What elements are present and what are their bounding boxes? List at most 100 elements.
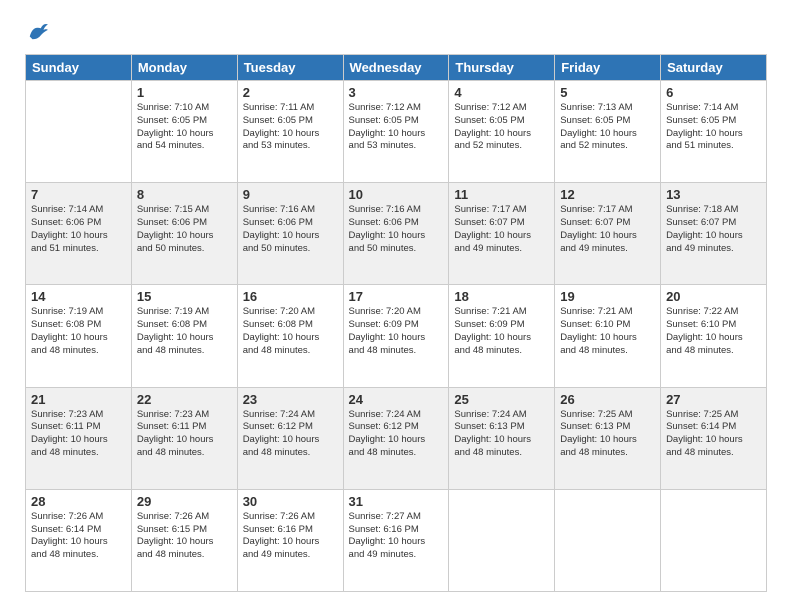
calendar-cell: 11Sunrise: 7:17 AMSunset: 6:07 PMDayligh…	[449, 183, 555, 285]
logo-bird-icon	[27, 20, 49, 42]
day-number: 2	[243, 85, 338, 100]
calendar-cell: 28 Sunrise: 7:26 AMSunset: 6:14 PMDayligh…	[26, 489, 132, 591]
calendar-cell: 5 Sunrise: 7:13 AMSunset: 6:05 PMDaylight…	[555, 81, 661, 183]
day-number: 21	[31, 392, 126, 407]
weekday-header-friday: Friday	[555, 55, 661, 81]
day-number: 13	[666, 187, 761, 202]
calendar-cell: 6 Sunrise: 7:14 AMSunset: 6:05 PMDaylight…	[661, 81, 767, 183]
calendar-cell: 26Sunrise: 7:25 AMSunset: 6:13 PMDayligh…	[555, 387, 661, 489]
day-info: Sunrise: 7:11 AMSunset: 6:05 PMDaylight:…	[243, 102, 338, 153]
logo	[25, 20, 49, 42]
day-info: Sunrise: 7:26 AMSunset: 6:16 PMDaylight:…	[243, 511, 338, 562]
day-info: Sunrise: 7:22 AMSunset: 6:10 PMDaylight:…	[666, 306, 761, 357]
calendar-cell: 9Sunrise: 7:16 AMSunset: 6:06 PMDaylight…	[237, 183, 343, 285]
page: SundayMondayTuesdayWednesdayThursdayFrid…	[0, 0, 792, 612]
calendar-week-row: 7 Sunrise: 7:14 AMSunset: 6:06 PMDaylight…	[26, 183, 767, 285]
day-info: Sunrise: 7:24 AMSunset: 6:12 PMDaylight:…	[243, 409, 338, 460]
day-info: Sunrise: 7:21 AMSunset: 6:10 PMDaylight:…	[560, 306, 655, 357]
day-number: 28	[31, 494, 126, 509]
calendar-cell: 27 Sunrise: 7:25 AMSunset: 6:14 PMDayligh…	[661, 387, 767, 489]
day-number: 16	[243, 289, 338, 304]
day-number: 1	[137, 85, 232, 100]
weekday-header-thursday: Thursday	[449, 55, 555, 81]
weekday-header-row: SundayMondayTuesdayWednesdayThursdayFrid…	[26, 55, 767, 81]
day-number: 5	[560, 85, 655, 100]
day-info: Sunrise: 7:20 AMSunset: 6:08 PMDaylight:…	[243, 306, 338, 357]
day-info: Sunrise: 7:13 AMSunset: 6:05 PMDaylight:…	[560, 102, 655, 153]
calendar-cell: 2 Sunrise: 7:11 AMSunset: 6:05 PMDaylight…	[237, 81, 343, 183]
day-number: 6	[666, 85, 761, 100]
calendar-cell: 1 Sunrise: 7:10 AMSunset: 6:05 PMDaylight…	[131, 81, 237, 183]
day-info: Sunrise: 7:12 AMSunset: 6:05 PMDaylight:…	[454, 102, 549, 153]
day-number: 17	[349, 289, 444, 304]
calendar-cell	[661, 489, 767, 591]
day-info: Sunrise: 7:12 AMSunset: 6:05 PMDaylight:…	[349, 102, 444, 153]
calendar-cell: 18 Sunrise: 7:21 AMSunset: 6:09 PMDayligh…	[449, 285, 555, 387]
day-number: 30	[243, 494, 338, 509]
day-number: 19	[560, 289, 655, 304]
weekday-header-saturday: Saturday	[661, 55, 767, 81]
day-info: Sunrise: 7:18 AMSunset: 6:07 PMDaylight:…	[666, 204, 761, 255]
weekday-header-sunday: Sunday	[26, 55, 132, 81]
day-number: 11	[454, 187, 549, 202]
calendar-cell: 31Sunrise: 7:27 AMSunset: 6:16 PMDayligh…	[343, 489, 449, 591]
day-info: Sunrise: 7:15 AMSunset: 6:06 PMDaylight:…	[137, 204, 232, 255]
day-number: 10	[349, 187, 444, 202]
calendar-cell: 30 Sunrise: 7:26 AMSunset: 6:16 PMDayligh…	[237, 489, 343, 591]
day-number: 7	[31, 187, 126, 202]
calendar-week-row: 14 Sunrise: 7:19 AMSunset: 6:08 PMDayligh…	[26, 285, 767, 387]
calendar-cell: 24Sunrise: 7:24 AMSunset: 6:12 PMDayligh…	[343, 387, 449, 489]
calendar-cell: 7 Sunrise: 7:14 AMSunset: 6:06 PMDaylight…	[26, 183, 132, 285]
day-info: Sunrise: 7:19 AMSunset: 6:08 PMDaylight:…	[31, 306, 126, 357]
day-info: Sunrise: 7:25 AMSunset: 6:14 PMDaylight:…	[666, 409, 761, 460]
weekday-header-wednesday: Wednesday	[343, 55, 449, 81]
weekday-header-monday: Monday	[131, 55, 237, 81]
day-info: Sunrise: 7:24 AMSunset: 6:13 PMDaylight:…	[454, 409, 549, 460]
day-number: 22	[137, 392, 232, 407]
day-info: Sunrise: 7:27 AMSunset: 6:16 PMDaylight:…	[349, 511, 444, 562]
day-number: 8	[137, 187, 232, 202]
day-info: Sunrise: 7:25 AMSunset: 6:13 PMDaylight:…	[560, 409, 655, 460]
day-info: Sunrise: 7:23 AMSunset: 6:11 PMDaylight:…	[137, 409, 232, 460]
calendar-cell: 8 Sunrise: 7:15 AMSunset: 6:06 PMDaylight…	[131, 183, 237, 285]
calendar-cell: 22 Sunrise: 7:23 AMSunset: 6:11 PMDayligh…	[131, 387, 237, 489]
day-number: 15	[137, 289, 232, 304]
day-info: Sunrise: 7:24 AMSunset: 6:12 PMDaylight:…	[349, 409, 444, 460]
day-number: 12	[560, 187, 655, 202]
header	[25, 20, 767, 42]
calendar-cell: 12 Sunrise: 7:17 AMSunset: 6:07 PMDayligh…	[555, 183, 661, 285]
calendar-table: SundayMondayTuesdayWednesdayThursdayFrid…	[25, 54, 767, 592]
calendar-cell: 14 Sunrise: 7:19 AMSunset: 6:08 PMDayligh…	[26, 285, 132, 387]
day-number: 29	[137, 494, 232, 509]
calendar-cell: 23 Sunrise: 7:24 AMSunset: 6:12 PMDayligh…	[237, 387, 343, 489]
calendar-cell: 25 Sunrise: 7:24 AMSunset: 6:13 PMDayligh…	[449, 387, 555, 489]
day-info: Sunrise: 7:14 AMSunset: 6:05 PMDaylight:…	[666, 102, 761, 153]
day-info: Sunrise: 7:21 AMSunset: 6:09 PMDaylight:…	[454, 306, 549, 357]
calendar-cell: 21 Sunrise: 7:23 AMSunset: 6:11 PMDayligh…	[26, 387, 132, 489]
day-info: Sunrise: 7:26 AMSunset: 6:15 PMDaylight:…	[137, 511, 232, 562]
day-info: Sunrise: 7:17 AMSunset: 6:07 PMDaylight:…	[560, 204, 655, 255]
day-number: 3	[349, 85, 444, 100]
day-number: 25	[454, 392, 549, 407]
day-info: Sunrise: 7:26 AMSunset: 6:14 PMDaylight:…	[31, 511, 126, 562]
day-info: Sunrise: 7:14 AMSunset: 6:06 PMDaylight:…	[31, 204, 126, 255]
day-info: Sunrise: 7:20 AMSunset: 6:09 PMDaylight:…	[349, 306, 444, 357]
day-number: 14	[31, 289, 126, 304]
calendar-cell	[449, 489, 555, 591]
day-number: 27	[666, 392, 761, 407]
day-number: 20	[666, 289, 761, 304]
calendar-cell: 16 Sunrise: 7:20 AMSunset: 6:08 PMDayligh…	[237, 285, 343, 387]
calendar-cell: 29 Sunrise: 7:26 AMSunset: 6:15 PMDayligh…	[131, 489, 237, 591]
calendar-week-row: 1 Sunrise: 7:10 AMSunset: 6:05 PMDaylight…	[26, 81, 767, 183]
day-info: Sunrise: 7:23 AMSunset: 6:11 PMDaylight:…	[31, 409, 126, 460]
calendar-cell: 20 Sunrise: 7:22 AMSunset: 6:10 PMDayligh…	[661, 285, 767, 387]
day-number: 9	[243, 187, 338, 202]
calendar-cell: 10 Sunrise: 7:16 AMSunset: 6:06 PMDayligh…	[343, 183, 449, 285]
calendar-cell: 19 Sunrise: 7:21 AMSunset: 6:10 PMDayligh…	[555, 285, 661, 387]
day-number: 23	[243, 392, 338, 407]
day-number: 18	[454, 289, 549, 304]
day-info: Sunrise: 7:16 AMSunset: 6:06 PMDaylight:…	[349, 204, 444, 255]
day-info: Sunrise: 7:10 AMSunset: 6:05 PMDaylight:…	[137, 102, 232, 153]
calendar-cell: 4Sunrise: 7:12 AMSunset: 6:05 PMDaylight…	[449, 81, 555, 183]
calendar-cell: 3 Sunrise: 7:12 AMSunset: 6:05 PMDaylight…	[343, 81, 449, 183]
